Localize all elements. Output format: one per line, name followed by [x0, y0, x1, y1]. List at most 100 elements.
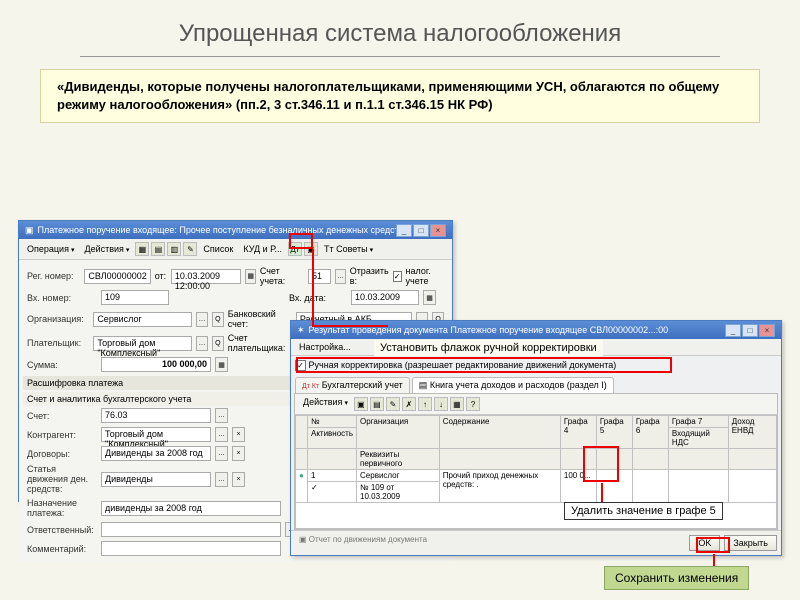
ellipsis-button[interactable]: … — [215, 427, 228, 442]
tb-icon-4[interactable]: ✎ — [183, 242, 197, 256]
inp-nazn[interactable]: дивиденды за 2008 год — [101, 501, 281, 516]
lbl-payer: Плательщик: — [27, 338, 89, 348]
menu-operation[interactable]: Операция▾ — [23, 244, 78, 254]
lbl-indate: Вх. дата: — [289, 293, 347, 303]
inp-comment[interactable] — [101, 541, 281, 556]
settings-link[interactable]: Настройка... — [295, 342, 355, 352]
lbl-bankacct: Банковский счет: — [228, 309, 292, 329]
ellipsis-button[interactable]: … — [335, 269, 345, 284]
red-line-3 — [601, 483, 603, 502]
inp-statdv[interactable]: Дивиденды — [101, 472, 211, 487]
close-button[interactable]: × — [759, 324, 775, 337]
ellipsis-button[interactable]: … — [196, 336, 208, 351]
inp-amount[interactable]: 100 000,00 — [101, 357, 211, 372]
inp-schet[interactable]: 76.03 — [101, 408, 211, 423]
cell-org[interactable]: Сервислог — [357, 470, 440, 482]
window1-titlebar[interactable]: ▣ Платежное поручение входящее: Прочее п… — [19, 221, 452, 239]
tb-list[interactable]: Список — [199, 244, 237, 254]
maximize-button[interactable]: □ — [742, 324, 758, 337]
lbl-amount: Сумма: — [27, 360, 97, 370]
tab-bu[interactable]: Дт Кт Бухгалтерский учет — [295, 377, 410, 393]
chk-manual[interactable] — [295, 360, 306, 371]
date-picker-icon[interactable]: ▦ — [245, 269, 255, 284]
inp-contr[interactable]: Торговый дом "Комплексный" — [101, 427, 211, 442]
tb-icon-dt[interactable]: Дт — [288, 242, 302, 256]
cell-g7[interactable] — [668, 470, 728, 503]
cell-g6[interactable] — [632, 470, 668, 503]
menu-actions[interactable]: Действия▾ — [80, 244, 133, 254]
tb-icon-1[interactable]: ▦ — [135, 242, 149, 256]
inp-from[interactable]: 10.03.2009 12:00:00 — [171, 269, 242, 284]
minimize-button[interactable]: _ — [725, 324, 741, 337]
inp-payer[interactable]: Торговый дом "Комплексный" — [93, 336, 192, 351]
window2-titlebar[interactable]: ✶ Результат проведения документа Платежн… — [291, 321, 781, 339]
subtoolbar: Действия▾ ▣ ▤ ✎ ✗ ↑ ↓ ▦ ? — [295, 394, 777, 415]
cell-check[interactable]: ✓ — [308, 482, 357, 503]
cell-cont[interactable]: Прочий приход денежных средств: . — [439, 470, 560, 503]
tab-book[interactable]: ▤ Книга учета доходов и расходов (раздел… — [412, 377, 614, 393]
dt-kt-icon: Дт Кт — [302, 383, 319, 390]
menu-actions2[interactable]: Действия▾ — [299, 397, 352, 411]
th-num: № — [308, 416, 357, 428]
lbl-resp: Ответственный: — [27, 525, 97, 535]
table-row[interactable]: ● 1 Сервислог Прочий приход денежных сре… — [296, 470, 777, 482]
ellipsis-button[interactable]: … — [215, 408, 228, 423]
inp-dog[interactable]: Дивиденды за 2008 год — [101, 446, 211, 461]
ok-button[interactable]: OK — [689, 535, 720, 551]
window2-footer: ▣ Отчет по движениям документа OK Закрыт… — [291, 530, 781, 555]
close-button[interactable]: × — [430, 224, 446, 237]
tb-icon-up[interactable]: ↑ — [418, 397, 432, 411]
th-req: Реквизиты первичного — [357, 449, 440, 470]
th-cont: Содержание — [439, 416, 560, 449]
cell-envd[interactable] — [728, 470, 776, 503]
tb-icon-down[interactable]: ↓ — [434, 397, 448, 411]
tb-kud[interactable]: КУД и Р... — [239, 244, 286, 254]
report-link[interactable]: Отчет по движениям документа — [309, 535, 427, 544]
annotation-del-col5: Удалить значение в графе 5 — [564, 502, 723, 520]
ellipsis-button[interactable]: … — [215, 446, 228, 461]
tb-icon-b[interactable]: ▤ — [370, 397, 384, 411]
annotation-set-flag: Установить флажок ручной корректировки — [374, 340, 603, 356]
ellipsis-button[interactable]: … — [215, 472, 228, 487]
lbl-from: от: — [155, 271, 167, 281]
window1-title: Платежное поручение входящее: Прочее пос… — [38, 225, 396, 235]
inp-resp[interactable] — [101, 522, 281, 537]
cell-g4[interactable]: 100 0... — [560, 470, 596, 503]
tb-icon-3[interactable]: ▥ — [167, 242, 181, 256]
save-changes-box: Сохранить изменения — [604, 566, 749, 590]
lbl-comment: Комментарий: — [27, 544, 97, 554]
ellipsis-button[interactable]: … — [196, 312, 208, 327]
manual-correction-row: Ручная корректировка (разрешает редактир… — [291, 356, 781, 375]
search-icon[interactable]: Q — [212, 312, 224, 327]
book-icon: ▤ — [419, 380, 428, 390]
tb-icon-2[interactable]: ▤ — [151, 242, 165, 256]
tb-icon-5[interactable]: ▣ — [304, 242, 318, 256]
inp-regnum[interactable]: СВЛ00000002 — [84, 269, 150, 284]
clear-icon[interactable]: × — [232, 472, 245, 487]
cell-req[interactable]: № 109 от 10.03.2009 — [357, 482, 440, 503]
close-button-footer[interactable]: Закрыть — [724, 535, 777, 551]
calc-icon[interactable]: ▦ — [215, 357, 228, 372]
chk-taxacct[interactable] — [393, 271, 402, 282]
tb-icon-help[interactable]: ? — [466, 397, 480, 411]
clear-icon[interactable]: × — [232, 427, 245, 442]
tb-icon-d[interactable]: ✗ — [402, 397, 416, 411]
maximize-button[interactable]: □ — [413, 224, 429, 237]
inp-innum[interactable]: 109 — [101, 290, 169, 305]
th-org: Организация — [357, 416, 440, 449]
divider — [80, 56, 720, 57]
tb-icon-e[interactable]: ▦ — [450, 397, 464, 411]
lbl-contr: Контрагент: — [27, 430, 97, 440]
cell-num[interactable]: 1 — [308, 470, 357, 482]
date-picker-icon[interactable]: ▦ — [423, 290, 436, 305]
inp-indate[interactable]: 10.03.2009 — [351, 290, 419, 305]
inp-org[interactable]: Сервислог — [93, 312, 192, 327]
lbl-dog: Договоры: — [27, 449, 97, 459]
minimize-button[interactable]: _ — [396, 224, 412, 237]
red-line-2 — [312, 325, 388, 327]
clear-icon[interactable]: × — [232, 446, 245, 461]
tb-icon-c[interactable]: ✎ — [386, 397, 400, 411]
search-icon[interactable]: Q — [212, 336, 224, 351]
tb-tips[interactable]: Тт Советы▾ — [320, 244, 377, 254]
tb-icon-a[interactable]: ▣ — [354, 397, 368, 411]
